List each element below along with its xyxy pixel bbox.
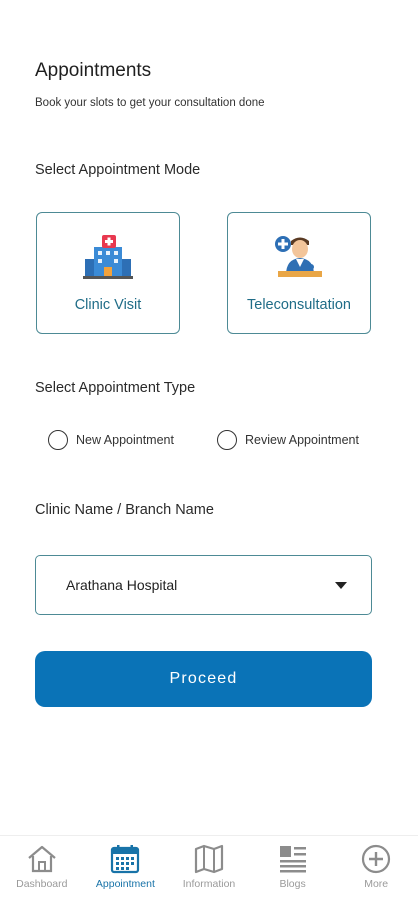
doctor-icon bbox=[275, 236, 322, 277]
plus-circle-icon bbox=[362, 844, 391, 874]
news-icon bbox=[279, 846, 306, 873]
radio-button[interactable] bbox=[217, 430, 237, 450]
map-icon bbox=[194, 844, 224, 874]
page-subtitle: Book your slots to get your consultation… bbox=[35, 97, 265, 109]
clinic-visit-label: Clinic Visit bbox=[74, 297, 142, 313]
page-title: Appointments bbox=[35, 60, 152, 81]
nav-item-dashboard[interactable]: Dashboard bbox=[0, 836, 84, 901]
calendar-icon bbox=[111, 845, 140, 874]
mode-section-label: Select Appointment Mode bbox=[35, 162, 201, 178]
hospital-icon bbox=[83, 235, 133, 279]
review-appointment-label: Review Appointment bbox=[245, 433, 359, 447]
clinic-select-value: Arathana Hospital bbox=[66, 577, 178, 593]
nav-item-appointment[interactable]: Appointment bbox=[84, 836, 168, 901]
nav-label-more: More bbox=[364, 878, 389, 890]
bottom-nav: Dashboard Appointment Information Blogs … bbox=[0, 835, 418, 901]
nav-label-appointment: Appointment bbox=[95, 878, 155, 890]
teleconsultation-label: Teleconsultation bbox=[247, 297, 351, 313]
nav-item-more[interactable]: More bbox=[334, 836, 418, 901]
nav-item-information[interactable]: Information bbox=[167, 836, 251, 901]
review-appointment-option[interactable]: Review Appointment bbox=[217, 430, 359, 450]
nav-label-dashboard: Dashboard bbox=[16, 878, 68, 890]
teleconsultation-card[interactable]: Teleconsultation bbox=[227, 212, 371, 334]
clinic-select[interactable]: Arathana Hospital bbox=[35, 555, 372, 615]
nav-item-blogs[interactable]: Blogs bbox=[251, 836, 335, 901]
caret-down-icon bbox=[335, 582, 347, 589]
proceed-button[interactable]: Proceed bbox=[35, 651, 372, 707]
nav-label-information: Information bbox=[182, 878, 236, 890]
clinic-section-label: Clinic Name / Branch Name bbox=[35, 502, 214, 518]
clinic-visit-card[interactable]: Clinic Visit bbox=[36, 212, 180, 334]
new-appointment-label: New Appointment bbox=[76, 433, 174, 447]
home-icon bbox=[28, 845, 56, 873]
type-section-label: Select Appointment Type bbox=[35, 380, 196, 396]
nav-label-blogs: Blogs bbox=[279, 878, 306, 890]
radio-button[interactable] bbox=[48, 430, 68, 450]
new-appointment-option[interactable]: New Appointment bbox=[48, 430, 174, 450]
